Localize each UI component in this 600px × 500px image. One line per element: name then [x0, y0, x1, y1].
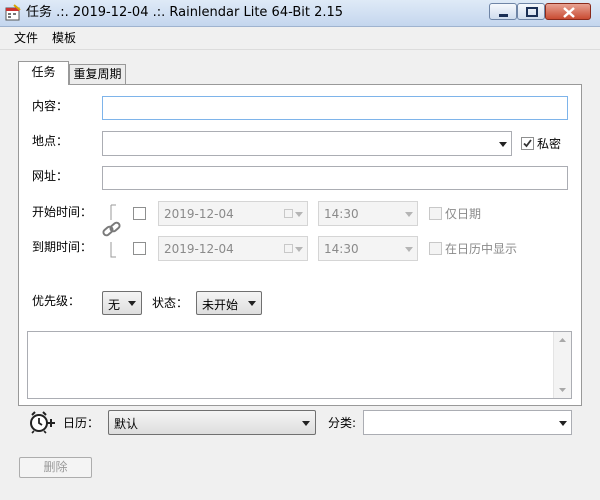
chevron-down-icon	[559, 420, 567, 426]
calendar-dropdown[interactable]: 默认	[108, 410, 316, 435]
task-window: 任务 .:. 2019-12-04 .:. Rainlendar Lite 64…	[0, 0, 600, 500]
chevron-down-icon	[499, 141, 507, 147]
notes-scrollbar[interactable]	[553, 332, 571, 398]
due-time-label: 到期时间：	[32, 240, 93, 254]
delete-button[interactable]: 删除	[19, 457, 92, 478]
menu-bar: 文件 模板	[0, 27, 600, 50]
private-label: 私密	[537, 137, 562, 151]
calendar-icon	[284, 209, 293, 218]
category-label: 分类:	[328, 416, 357, 430]
show-in-calendar-label: 在日历中显示	[445, 242, 518, 256]
date-only-checkbox[interactable]	[429, 207, 442, 220]
chevron-down-icon	[405, 246, 413, 252]
category-combo[interactable]	[363, 410, 572, 435]
chevron-down-icon	[295, 211, 303, 217]
minimize-button[interactable]	[489, 3, 517, 20]
title-bar: 任务 .:. 2019-12-04 .:. Rainlendar Lite 64…	[0, 0, 600, 27]
start-time-combo[interactable]: 14:30	[318, 201, 418, 226]
date-only-label: 仅日期	[445, 207, 482, 221]
content-label: 内容：	[32, 99, 69, 113]
start-time-label: 开始时间：	[32, 205, 93, 219]
alarm-clock-add-icon[interactable]	[29, 410, 55, 434]
tab-task[interactable]: 任务	[18, 61, 69, 85]
private-checkbox[interactable]	[521, 137, 534, 150]
due-date-picker[interactable]: 2019-12-04	[158, 236, 308, 261]
url-input[interactable]	[102, 166, 568, 190]
chevron-down-icon	[248, 301, 256, 306]
chevron-down-icon	[405, 211, 413, 217]
url-label: 网址：	[32, 169, 69, 183]
maximize-button[interactable]	[517, 3, 545, 20]
show-in-calendar-checkbox[interactable]	[429, 242, 442, 255]
content-input[interactable]	[102, 96, 568, 120]
status-label: 状态：	[152, 296, 189, 310]
notes-textarea[interactable]	[27, 331, 572, 399]
chevron-down-icon	[128, 301, 136, 306]
priority-dropdown[interactable]: 无	[102, 291, 142, 315]
start-checkbox[interactable]	[133, 207, 146, 220]
chevron-down-icon	[302, 420, 310, 426]
due-checkbox[interactable]	[133, 242, 146, 255]
location-label: 地点：	[32, 134, 69, 148]
chain-link-icon[interactable]	[101, 220, 123, 240]
due-time-combo[interactable]: 14:30	[318, 236, 418, 261]
location-combo[interactable]	[102, 131, 512, 156]
calendar-icon	[284, 244, 293, 253]
start-date-picker[interactable]: 2019-12-04	[158, 201, 308, 226]
tab-repeat[interactable]: 重复周期	[69, 64, 126, 85]
calendar-label: 日历：	[63, 416, 100, 430]
window-title: 任务 .:. 2019-12-04 .:. Rainlendar Lite 64…	[26, 5, 344, 20]
chevron-down-icon	[295, 246, 303, 252]
close-button[interactable]	[545, 3, 591, 20]
menu-file[interactable]: 文件	[14, 31, 38, 45]
priority-label: 优先级：	[32, 294, 81, 308]
status-dropdown[interactable]: 未开始	[196, 291, 262, 315]
menu-template[interactable]: 模板	[52, 31, 76, 45]
calendar-app-icon[interactable]	[4, 4, 22, 22]
